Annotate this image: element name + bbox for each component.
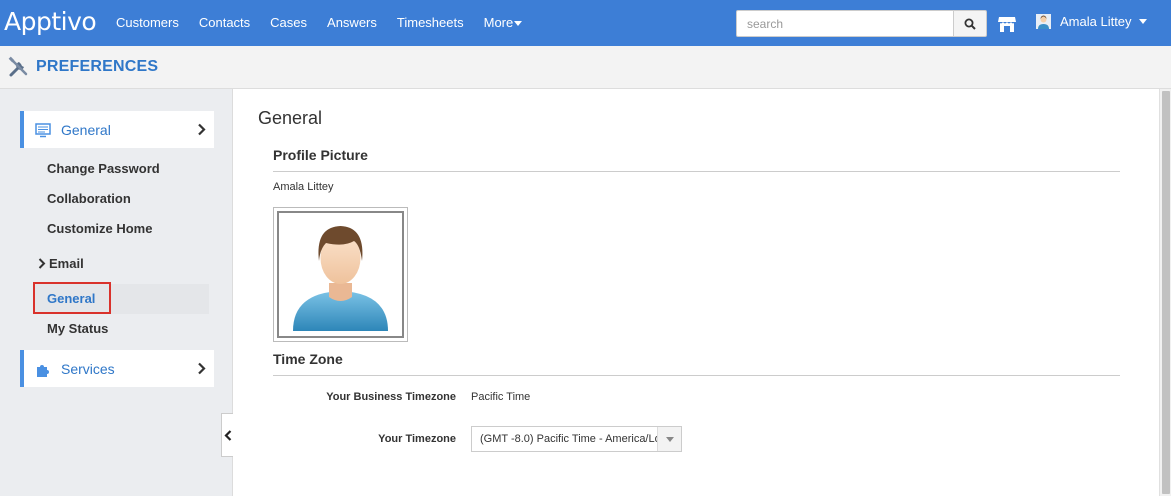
nav-more[interactable]: More xyxy=(484,15,523,30)
content-heading: General xyxy=(258,108,323,128)
profile-picture[interactable] xyxy=(273,207,408,342)
business-timezone-value: Pacific Time xyxy=(471,391,531,403)
vertical-scrollbar[interactable] xyxy=(1159,89,1171,496)
app-store-icon[interactable] xyxy=(997,14,1017,34)
main-content: General Profile Picture Amala Littey Tim… xyxy=(234,89,1159,496)
chevron-right-icon xyxy=(198,362,206,375)
dropdown-arrow xyxy=(657,427,681,451)
nav-cases[interactable]: Cases xyxy=(270,15,307,30)
sidebar-section-label: General xyxy=(61,121,111,138)
sidebar-section-general[interactable]: General xyxy=(20,111,214,148)
chevron-right-icon xyxy=(198,123,206,136)
tools-icon xyxy=(8,56,28,77)
timezone-select-value: (GMT -8.0) Pacific Time - America/Los_An… xyxy=(480,433,657,445)
search-icon xyxy=(964,18,976,30)
chevron-down-icon xyxy=(665,436,674,442)
apptivo-logo[interactable]: Apptivo xyxy=(4,7,97,36)
nav-timesheets[interactable]: Timesheets xyxy=(397,15,464,30)
nav-answers[interactable]: Answers xyxy=(327,15,377,30)
sidebar-item-collaboration[interactable]: Collaboration xyxy=(47,191,131,206)
profile-picture-title: Profile Picture xyxy=(273,147,368,163)
default-user-avatar-image xyxy=(293,226,388,331)
time-zone-title: Time Zone xyxy=(273,351,343,367)
business-timezone-label: Your Business Timezone xyxy=(326,391,456,403)
sidebar-item-label: Email xyxy=(49,256,84,271)
sidebar: General Change Password Collaboration Cu… xyxy=(0,89,233,496)
chevron-right-icon xyxy=(38,258,46,269)
timezone-select[interactable]: (GMT -8.0) Pacific Time - America/Los_An… xyxy=(471,426,682,452)
scrollbar-thumb[interactable] xyxy=(1162,91,1170,494)
nav-more-label: More xyxy=(483,15,514,30)
chevron-down-icon xyxy=(514,21,523,27)
user-name: Amala Littey xyxy=(1060,14,1132,29)
search-button[interactable] xyxy=(953,10,987,37)
chevron-down-icon xyxy=(1138,19,1147,24)
sidebar-item-my-status[interactable]: My Status xyxy=(47,321,108,336)
profile-name: Amala Littey xyxy=(273,181,334,193)
main-nav: Customers Contacts Cases Answers Timeshe… xyxy=(116,15,542,30)
avatar xyxy=(277,211,404,338)
nav-customers[interactable]: Customers xyxy=(116,15,179,30)
search-input[interactable] xyxy=(736,10,954,37)
section-divider xyxy=(273,375,1120,376)
sidebar-item-change-password[interactable]: Change Password xyxy=(47,161,160,176)
sidebar-item-customize-home[interactable]: Customize Home xyxy=(47,221,152,236)
selection-highlight-box xyxy=(33,282,111,314)
page-title: PREFERENCES xyxy=(36,58,159,75)
sidebar-item-email[interactable]: Email xyxy=(38,256,84,271)
nav-contacts[interactable]: Contacts xyxy=(199,15,250,30)
sidebar-section-services[interactable]: Services xyxy=(20,350,214,387)
sidebar-section-label: Services xyxy=(61,360,115,377)
puzzle-icon xyxy=(37,364,49,377)
user-avatar-icon xyxy=(1036,14,1051,29)
user-menu[interactable]: Amala Littey xyxy=(1036,14,1147,29)
preferences-header: PREFERENCES xyxy=(0,46,1171,89)
top-navigation-bar: Apptivo Customers Contacts Cases Answers… xyxy=(0,0,1171,46)
monitor-icon xyxy=(35,122,51,137)
your-timezone-label: Your Timezone xyxy=(378,433,456,445)
collapse-sidebar-button[interactable] xyxy=(221,413,233,457)
section-divider xyxy=(273,171,1120,172)
chevron-left-icon xyxy=(223,429,231,441)
